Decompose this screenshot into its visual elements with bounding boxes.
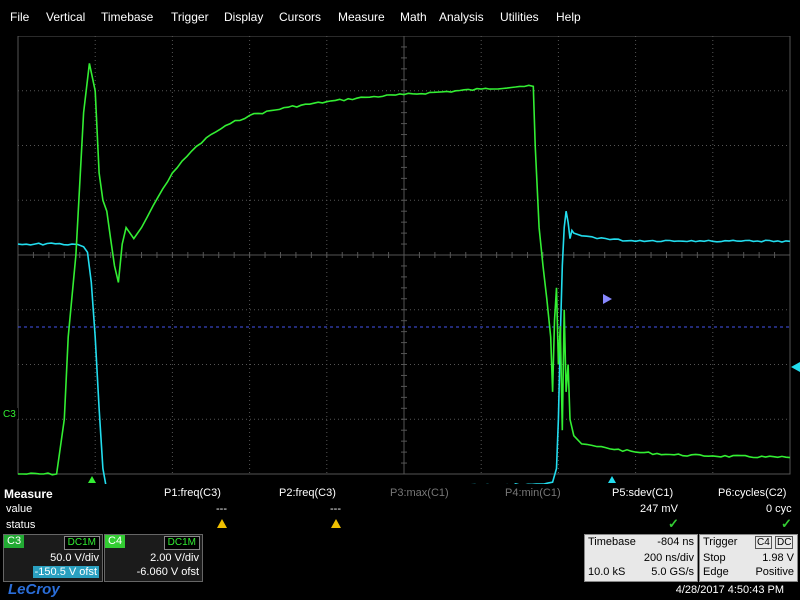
timebase-tdiv: 200 ns/div [643, 552, 694, 564]
menu-timebase[interactable]: Timebase [101, 10, 153, 24]
param-p2-label[interactable]: P2:freq(C3) [279, 487, 336, 499]
menu-trigger[interactable]: Trigger [171, 10, 209, 24]
trigger-label: Trigger [703, 536, 738, 548]
measure-title: Measure [4, 487, 53, 501]
c4-offset: -6.060 V ofst [136, 566, 199, 578]
param-p1-label[interactable]: P1:freq(C3) [164, 487, 221, 499]
delay-marker[interactable] [608, 476, 616, 483]
warning-icon [331, 519, 341, 531]
menu-bar: File Vertical Timebase Trigger Display C… [0, 0, 800, 36]
menu-help[interactable]: Help [556, 10, 581, 24]
graticule [17, 36, 791, 475]
c3-offset: -150.5 V ofst [32, 566, 99, 578]
timebase-label: Timebase [588, 536, 636, 548]
timebase-delay: -804 ns [657, 536, 694, 548]
param-p4-label[interactable]: P4:min(C1) [505, 487, 561, 499]
menu-vertical[interactable]: Vertical [46, 10, 85, 24]
trigger-position-marker[interactable] [88, 476, 96, 483]
brand-logo: LeCroy [8, 581, 60, 598]
value-row-label: value [6, 503, 33, 515]
param-p6-label[interactable]: P6:cycles(C2) [718, 487, 786, 499]
measure-table: Measure value status P1:freq(C3) --- P2:… [0, 484, 800, 534]
menu-utilities[interactable]: Utilities [500, 10, 539, 24]
c3-marker-label: C3 [3, 409, 16, 420]
waveform-display[interactable]: C3 [0, 36, 800, 484]
channel-c4-descriptor[interactable]: C4 DC1M 2.00 V/div -6.060 V ofst [104, 534, 203, 582]
c3-name: C3 [4, 535, 25, 548]
timebase-descriptor[interactable]: Timebase -804 ns 200 ns/div 10.0 kS 5.0 … [584, 534, 698, 582]
warning-icon [217, 519, 227, 531]
param-p6-value: 0 cyc [766, 503, 792, 515]
trigger-level-marker[interactable] [603, 294, 612, 304]
trigger-descriptor[interactable]: Trigger C4 DC Stop 1.98 V Edge Positive [699, 534, 798, 582]
channel-c3-descriptor[interactable]: C3 DC1M 50.0 V/div -150.5 V ofst [3, 534, 103, 582]
menu-math[interactable]: Math [400, 10, 427, 24]
trigger-coupling: DC [775, 536, 794, 549]
c3-volts-per-div: 50.0 V/div [50, 552, 99, 564]
c4-name: C4 [105, 535, 126, 548]
trigger-slope: Positive [755, 566, 794, 578]
menu-cursors[interactable]: Cursors [279, 10, 321, 24]
menu-file[interactable]: File [10, 10, 29, 24]
datetime: 4/28/2017 4:50:43 PM [675, 584, 784, 596]
c3-ground-marker[interactable]: C3 [1, 408, 18, 420]
menu-analysis[interactable]: Analysis [439, 10, 484, 24]
param-p3-label[interactable]: P3:max(C1) [390, 487, 449, 499]
timebase-sample-rate: 5.0 GS/s [651, 566, 694, 578]
c4-volts-per-div: 2.00 V/div [150, 552, 199, 564]
c4-offset-marker[interactable] [791, 362, 800, 372]
status-footer: LeCroy 4/28/2017 4:50:43 PM [0, 580, 800, 600]
c4-coupling: DC1M [163, 536, 200, 550]
status-row-label: status [6, 519, 36, 531]
timebase-samples: 10.0 kS [588, 566, 626, 578]
trigger-level: 1.98 V [762, 552, 794, 564]
param-p5-label[interactable]: P5:sdev(C1) [612, 487, 673, 499]
menu-display[interactable]: Display [224, 10, 263, 24]
check-icon: ✓ [668, 516, 679, 531]
param-p1-value: --- [216, 503, 227, 515]
check-icon: ✓ [781, 516, 792, 531]
menu-measure[interactable]: Measure [338, 10, 385, 24]
c3-coupling: DC1M [63, 536, 100, 550]
trigger-type: Edge [703, 566, 729, 578]
param-p2-value: --- [330, 503, 341, 515]
trigger-source: C4 [755, 536, 772, 549]
param-p5-value: 247 mV [640, 503, 678, 515]
trigger-mode: Stop [703, 552, 726, 564]
